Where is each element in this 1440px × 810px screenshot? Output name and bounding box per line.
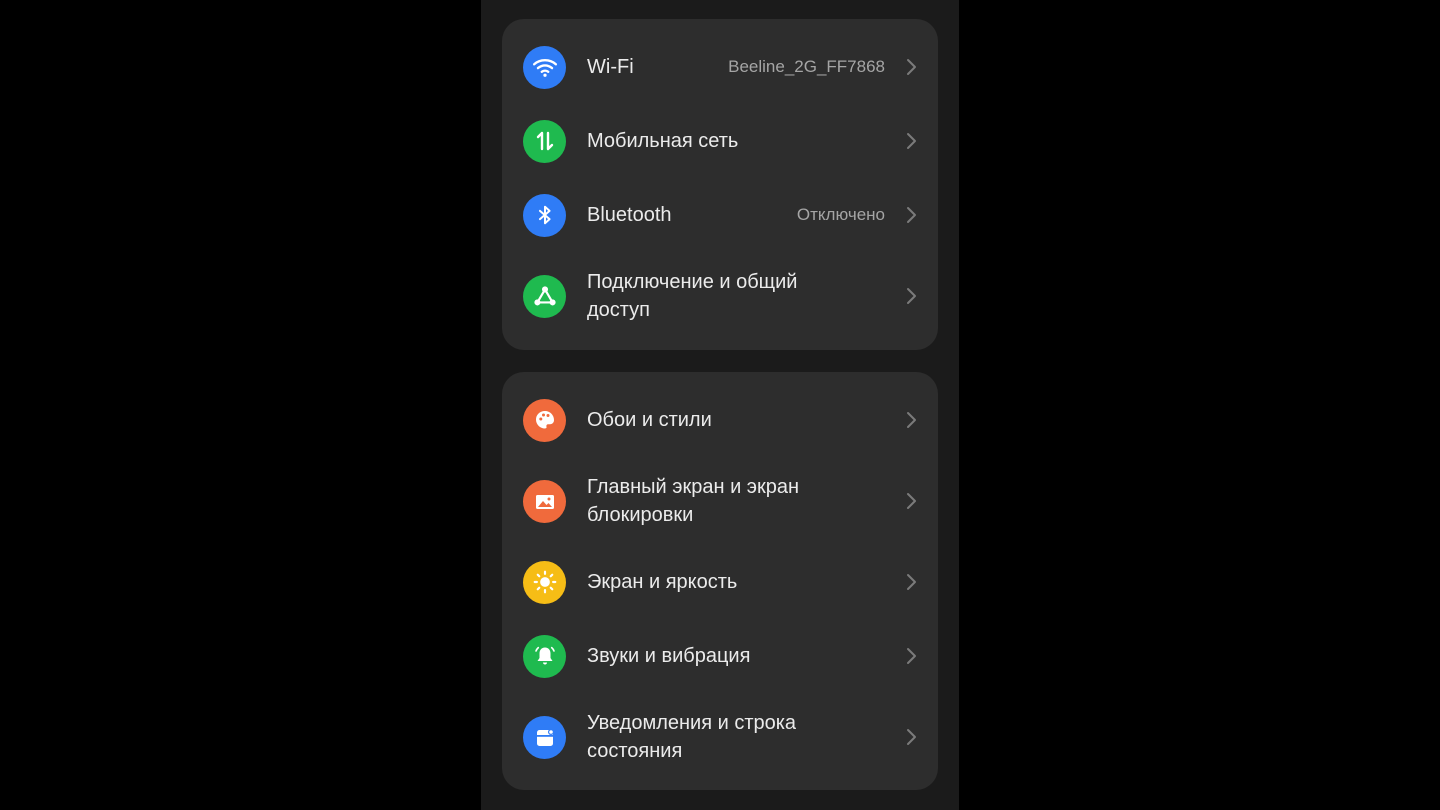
chevron-right-icon bbox=[907, 574, 916, 590]
settings-group-personalization: Обои и стили Главный экран и экран блоки… bbox=[502, 372, 938, 790]
settings-item-display-brightness[interactable]: Экран и яркость bbox=[502, 548, 938, 616]
palette-icon bbox=[523, 398, 566, 442]
settings-item-bluetooth[interactable]: Bluetooth Отключено bbox=[502, 181, 938, 249]
notification-icon bbox=[523, 716, 566, 759]
picture-icon bbox=[523, 480, 566, 523]
settings-item-connection-sharing[interactable]: Подключение и общий доступ bbox=[502, 255, 938, 337]
share-icon bbox=[523, 275, 566, 318]
settings-item-label: Экран и яркость bbox=[587, 571, 738, 593]
settings-item-label: Подключение и общий доступ bbox=[587, 271, 798, 321]
chevron-right-icon bbox=[907, 133, 916, 149]
bluetooth-status: Отключено bbox=[796, 205, 885, 224]
settings-item-label: Главный экран и экран блокировки bbox=[587, 476, 800, 526]
settings-item-label: Мобильная сеть bbox=[587, 130, 739, 152]
settings-item-home-lock-screen[interactable]: Главный экран и экран блокировки bbox=[502, 460, 938, 542]
settings-item-label: Уведомления и строка состояния bbox=[587, 712, 797, 762]
chevron-right-icon bbox=[907, 729, 916, 745]
settings-item-wallpapers[interactable]: Обои и стили bbox=[502, 386, 938, 454]
chevron-right-icon bbox=[907, 59, 916, 75]
bell-icon bbox=[523, 634, 566, 678]
settings-screen: Wi-Fi Beeline_2G_FF7868 Мобильная сеть B… bbox=[481, 0, 959, 810]
chevron-right-icon bbox=[907, 288, 916, 304]
settings-group-connectivity: Wi-Fi Beeline_2G_FF7868 Мобильная сеть B… bbox=[502, 19, 938, 350]
chevron-right-icon bbox=[907, 412, 916, 428]
settings-item-label: Звуки и вибрация bbox=[587, 645, 751, 667]
settings-item-label: Обои и стили bbox=[587, 409, 712, 431]
settings-item-mobile-network[interactable]: Мобильная сеть bbox=[502, 107, 938, 175]
settings-item-notifications-status-bar[interactable]: Уведомления и строка состояния bbox=[502, 696, 938, 778]
chevron-right-icon bbox=[907, 207, 916, 223]
wifi-icon bbox=[523, 45, 566, 89]
settings-item-wifi[interactable]: Wi-Fi Beeline_2G_FF7868 bbox=[502, 33, 938, 101]
mobile-data-icon bbox=[523, 119, 566, 163]
wifi-network-name: Beeline_2G_FF7868 bbox=[728, 57, 885, 76]
bluetooth-icon bbox=[523, 193, 566, 237]
settings-item-sounds-vibration[interactable]: Звуки и вибрация bbox=[502, 622, 938, 690]
sun-icon bbox=[523, 560, 566, 604]
chevron-right-icon bbox=[907, 493, 916, 509]
chevron-right-icon bbox=[907, 648, 916, 664]
